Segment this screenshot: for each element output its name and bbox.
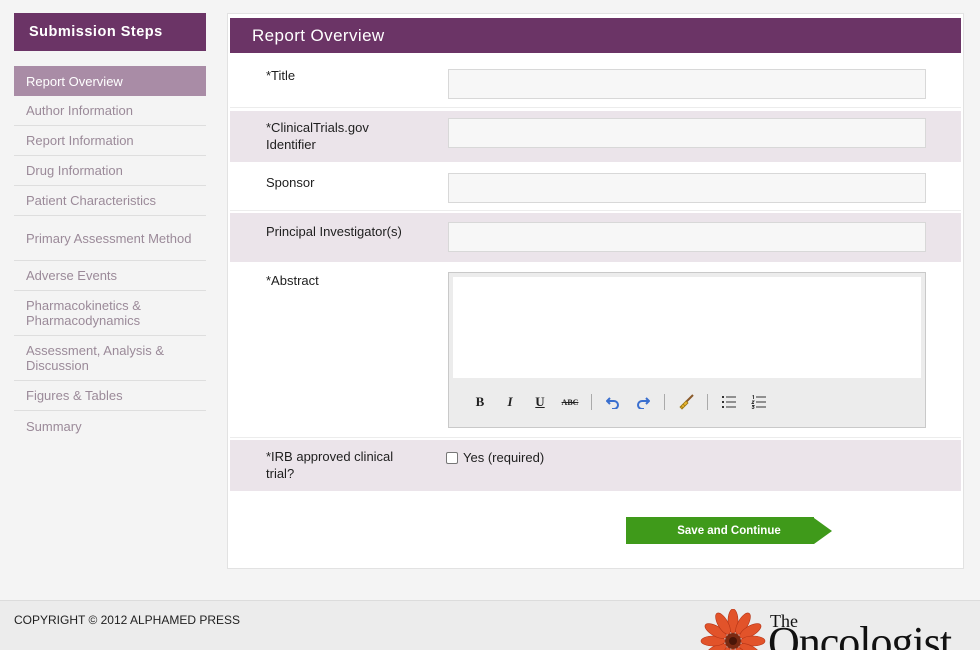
toolbar-separator bbox=[707, 394, 708, 410]
irb-checkbox-label: Yes (required) bbox=[463, 450, 545, 465]
copyright-text: COPYRIGHT © 2012 ALPHAMED PRESS bbox=[14, 613, 241, 627]
abstract-editor-area[interactable] bbox=[453, 277, 921, 378]
panel-title: Report Overview bbox=[230, 18, 961, 53]
toolbar-separator bbox=[664, 394, 665, 410]
irb-checkbox[interactable] bbox=[446, 451, 458, 464]
editor-toolbar: B I U ABC bbox=[453, 380, 921, 424]
submission-steps-list: Report Overview Author Information Repor… bbox=[14, 66, 206, 441]
pi-row: Principal Investigator(s) bbox=[230, 213, 961, 262]
logo-name-text: Oncologist bbox=[768, 618, 952, 650]
abstract-row: *Abstract B I U ABC bbox=[230, 262, 961, 438]
step-summary[interactable]: Summary bbox=[14, 411, 206, 441]
step-assessment-analysis-discussion[interactable]: Assessment, Analysis & Discussion bbox=[14, 336, 206, 381]
pi-input[interactable] bbox=[448, 222, 926, 252]
step-figures-tables[interactable]: Figures & Tables bbox=[14, 381, 206, 411]
step-report-information[interactable]: Report Information bbox=[14, 126, 206, 156]
bold-button[interactable]: B bbox=[465, 390, 495, 414]
clinicaltrials-input[interactable] bbox=[448, 118, 926, 148]
italic-icon: I bbox=[507, 394, 513, 409]
sidebar: Submission Steps Report Overview Author … bbox=[14, 13, 206, 441]
step-pharmacokinetics[interactable]: Pharmacokinetics & Pharmacodynamics bbox=[14, 291, 206, 336]
redo-button[interactable] bbox=[628, 390, 658, 414]
the-oncologist-logo: The Oncologist bbox=[698, 609, 980, 650]
step-primary-assessment-method[interactable]: Primary Assessment Method bbox=[14, 216, 206, 261]
save-and-continue-button[interactable]: Save and Continue bbox=[626, 517, 832, 544]
step-author-information[interactable]: Author Information bbox=[14, 96, 206, 126]
flower-icon bbox=[700, 609, 766, 650]
clear-formatting-button[interactable] bbox=[671, 390, 701, 414]
broom-icon bbox=[679, 394, 694, 410]
numbered-list-icon bbox=[751, 395, 766, 409]
step-patient-characteristics[interactable]: Patient Characteristics bbox=[14, 186, 206, 216]
bullet-list-button[interactable] bbox=[714, 390, 744, 414]
step-adverse-events[interactable]: Adverse Events bbox=[14, 261, 206, 291]
italic-button[interactable]: I bbox=[495, 390, 525, 414]
bold-icon: B bbox=[475, 394, 485, 409]
sidebar-title: Submission Steps bbox=[14, 13, 206, 51]
title-row: *Title bbox=[230, 56, 961, 108]
undo-icon bbox=[606, 397, 619, 409]
step-report-overview[interactable]: Report Overview bbox=[14, 66, 206, 96]
redo-icon bbox=[637, 397, 650, 409]
irb-row: *IRB approved clinical trial? Yes (requi… bbox=[230, 440, 961, 491]
sponsor-input[interactable] bbox=[448, 173, 926, 203]
pi-label: Principal Investigator(s) bbox=[266, 224, 402, 239]
footer: COPYRIGHT © 2012 ALPHAMED PRESS The Onco… bbox=[0, 600, 980, 650]
save-and-continue-label: Save and Continue bbox=[626, 517, 814, 544]
undo-button[interactable] bbox=[598, 390, 628, 414]
abstract-label: *Abstract bbox=[266, 273, 319, 288]
report-overview-panel: Report Overview *Title *ClinicalTrials.g… bbox=[227, 13, 964, 569]
sponsor-row: Sponsor bbox=[230, 164, 961, 211]
clinicaltrials-label: *ClinicalTrials.gov Identifier bbox=[266, 120, 369, 152]
numbered-list-button[interactable] bbox=[744, 390, 774, 414]
abstract-editor: B I U ABC bbox=[448, 272, 926, 428]
sponsor-label: Sponsor bbox=[266, 175, 315, 190]
irb-checkbox-wrap[interactable]: Yes (required) bbox=[446, 450, 544, 465]
underline-icon: U bbox=[535, 394, 545, 409]
title-input[interactable] bbox=[448, 69, 926, 99]
irb-label: *IRB approved clinical trial? bbox=[266, 449, 394, 481]
title-label: *Title bbox=[266, 68, 296, 83]
clinicaltrials-row: *ClinicalTrials.gov Identifier bbox=[230, 111, 961, 162]
strikethrough-icon: ABC bbox=[561, 397, 579, 407]
strikethrough-button[interactable]: ABC bbox=[555, 390, 585, 414]
arrow-right-icon bbox=[814, 517, 832, 544]
bullet-list-icon bbox=[722, 396, 736, 408]
toolbar-separator bbox=[591, 394, 592, 410]
step-drug-information[interactable]: Drug Information bbox=[14, 156, 206, 186]
underline-button[interactable]: U bbox=[525, 390, 555, 414]
